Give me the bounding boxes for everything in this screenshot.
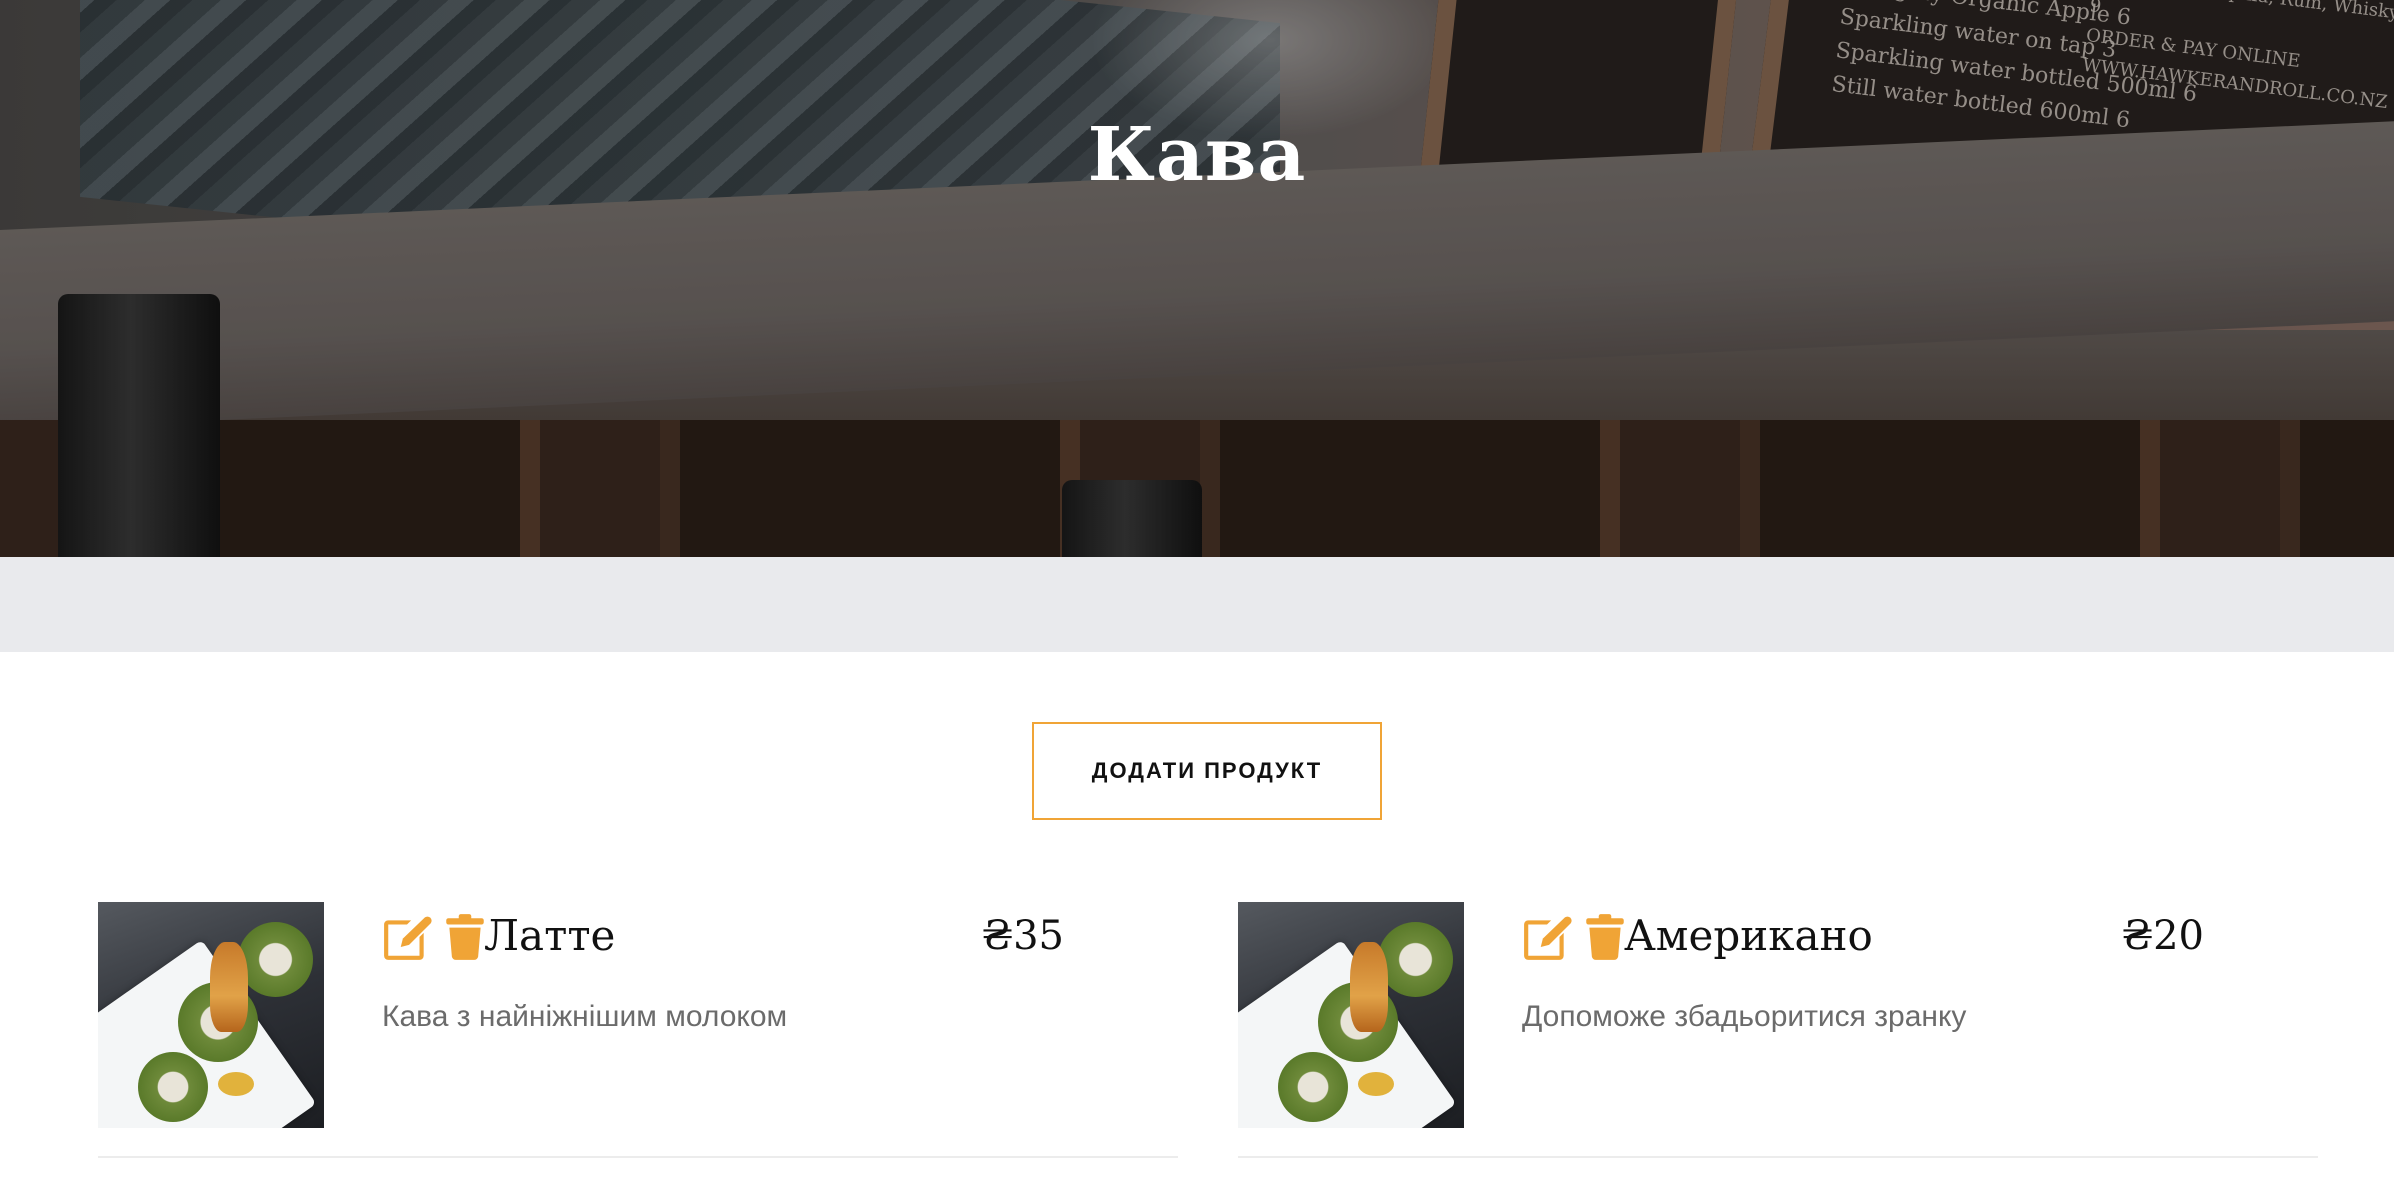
divider xyxy=(1238,1156,2318,1158)
hero-banner: Almighty Organic Apple 6 Sparkling water… xyxy=(0,0,2394,557)
separator-band xyxy=(0,557,2394,652)
trash-icon[interactable] xyxy=(440,912,490,962)
product-price: ₴35 xyxy=(981,913,1064,959)
hero-overlay xyxy=(0,0,2394,557)
page-title: Кава xyxy=(1087,112,1307,198)
product-price: ₴20 xyxy=(2121,913,2204,959)
product-name: Американо xyxy=(1624,911,1873,960)
product-description: Допоможе збадьоритися зранку xyxy=(1522,1000,1967,1033)
product-name: Латте xyxy=(484,911,616,960)
product-card: Американо ₴20 Допоможе збадьоритися зран… xyxy=(1238,902,2318,1158)
product-description: Кава з найніжнішим молоком xyxy=(382,1000,788,1033)
trash-icon[interactable] xyxy=(1580,912,1630,962)
product-card: Латте ₴35 Кава з найніжнішим молоком xyxy=(98,902,1178,1158)
product-image xyxy=(98,902,324,1128)
product-image xyxy=(1238,902,1464,1128)
edit-icon[interactable] xyxy=(382,912,432,962)
add-product-button[interactable]: ДОДАТИ ПРОДУКТ xyxy=(1032,722,1382,820)
edit-icon[interactable] xyxy=(1522,912,1572,962)
divider xyxy=(98,1156,1178,1158)
